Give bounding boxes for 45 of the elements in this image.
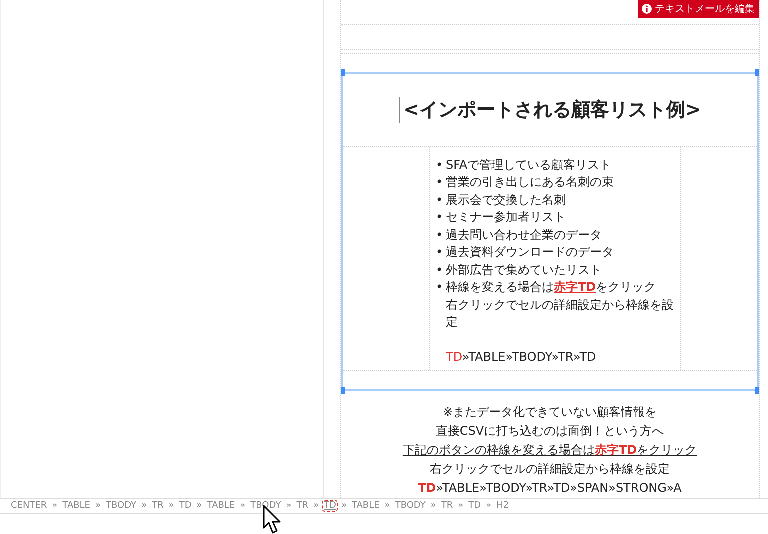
breadcrumb-item[interactable]: TR xyxy=(296,501,310,511)
breadcrumb-separator: » xyxy=(384,501,390,511)
notice-text: 下記のボタンの枠線を変える場合は赤字TDをクリック xyxy=(402,443,698,457)
breadcrumb-separator: » xyxy=(430,501,436,511)
notice-text: 右クリックでセルの詳細設定から枠線を設定 xyxy=(430,462,670,476)
breadcrumb-item[interactable]: TR xyxy=(440,501,454,511)
breadcrumb-item[interactable]: TR xyxy=(151,501,165,511)
breadcrumb-item[interactable]: TBODY xyxy=(394,501,427,511)
breadcrumb-separator: » xyxy=(486,501,492,511)
breadcrumb-separator: » xyxy=(96,501,102,511)
list-item: • 展示会で交換した名刺 xyxy=(436,192,567,209)
breadcrumb-separator: » xyxy=(341,501,347,511)
breadcrumb-item[interactable]: TD xyxy=(468,501,482,511)
breadcrumb-item[interactable]: H2 xyxy=(496,501,510,511)
breadcrumb-item[interactable]: TBODY xyxy=(105,501,138,511)
table-selection-frame[interactable]: <インポートされる顧客リスト例> • SFAで管理している顧客リスト • 営業の引き出しにある名刺の束 • 展示会で交換した名刺 • セミナー参加者リスト • 過去問い合わせ企業のデータ • 過去資料ダウンロードのデータ • 外部広告で集めていたリスト • 枠線を変える場合は赤字TDをクリック 右クリックでセルの詳細設定から枠線を設定 TD»TABLE»TBODY»TR»TD xyxy=(341,72,759,391)
notice-text: ※またデータ化できていない顧客情報を xyxy=(442,405,658,419)
breadcrumb-separator: » xyxy=(196,501,202,511)
breadcrumb-item[interactable]: CENTER xyxy=(10,501,48,511)
list-item: • 枠線を変える場合は赤字TDをクリック 右クリックでセルの詳細設定から枠線を設定 xyxy=(436,279,675,332)
list-item: • 過去資料ダウンロードのデータ xyxy=(436,244,615,262)
list-item: • 外部広告で集めていたリスト xyxy=(436,262,603,279)
notice-text: TD»TABLE»TBODY»TR»TD»SPAN»STRONG»A xyxy=(418,481,682,495)
breadcrumb-item[interactable]: TABLE xyxy=(206,501,236,511)
breadcrumb-item[interactable]: TABLE xyxy=(350,501,381,511)
breadcrumb-separator: » xyxy=(240,501,246,511)
list-item: • 過去問い合わせ企業のデータ xyxy=(436,226,603,244)
breadcrumb-separator: » xyxy=(142,501,148,511)
list-item: • セミナー参加者リスト xyxy=(436,209,567,226)
list-item: • SFAで管理している顧客リスト xyxy=(436,156,613,174)
breadcrumb-separator: » xyxy=(168,501,174,511)
list-item: • 営業の引き出しにある名刺の束 xyxy=(436,174,615,192)
breadcrumb-item[interactable]: TD xyxy=(178,501,193,511)
breadcrumb-item[interactable]: TBODY xyxy=(250,501,282,511)
breadcrumb-separator: » xyxy=(458,501,464,511)
breadcrumb-separator: » xyxy=(314,501,320,511)
breadcrumb-separator: » xyxy=(286,501,292,511)
breadcrumb-separator: » xyxy=(52,501,58,511)
notice-text: 直接CSVに打ち込むのは面倒！という方へ xyxy=(436,424,664,438)
element-path-text: TD»TABLE»TBODY»TR»TD xyxy=(446,350,598,364)
info-icon xyxy=(642,4,652,14)
breadcrumb-item[interactable]: TABLE xyxy=(62,501,92,511)
edit-text-mail-badge[interactable]: テキストメールを編集 xyxy=(638,0,759,18)
section-heading: <インポートされる顧客リスト例> xyxy=(398,96,702,123)
breadcrumb-item[interactable]: TD xyxy=(323,501,338,511)
